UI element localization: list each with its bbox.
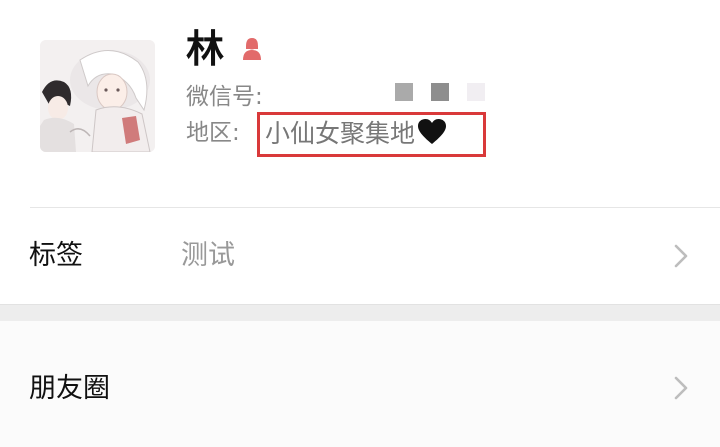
masked-wechat-id xyxy=(395,83,485,101)
black-heart-icon xyxy=(417,118,447,146)
moments-row[interactable]: 朋友圈 xyxy=(0,321,720,447)
tags-value: 测试 xyxy=(181,240,235,271)
chevron-right-icon xyxy=(673,242,689,270)
profile-header: 林 微信号: 地区: 小仙女聚集地 xyxy=(0,0,720,207)
region-value: 小仙女聚集地 xyxy=(265,118,447,146)
section-gap xyxy=(0,304,720,321)
name-row: 林 xyxy=(186,24,264,74)
region-label: 地区: xyxy=(186,120,240,146)
tags-row[interactable]: 标签 测试 xyxy=(0,208,720,304)
region-text: 小仙女聚集地 xyxy=(265,119,416,148)
tags-label: 标签 xyxy=(29,240,83,271)
chevron-right-icon xyxy=(673,374,689,402)
avatar[interactable] xyxy=(40,40,155,152)
moments-label: 朋友圈 xyxy=(29,373,110,404)
female-user-icon xyxy=(240,36,264,62)
display-name: 林 xyxy=(186,27,225,71)
wechat-id-label: 微信号: xyxy=(186,84,263,110)
